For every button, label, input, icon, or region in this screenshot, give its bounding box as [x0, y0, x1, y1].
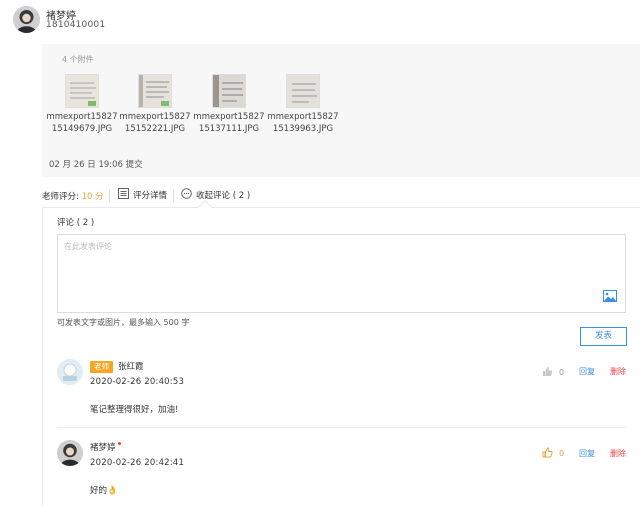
user-id: 1810410001: [46, 20, 106, 30]
avatar: [57, 440, 83, 466]
reply-button[interactable]: 回复: [579, 448, 595, 459]
attachment-thumbnail[interactable]: [212, 74, 246, 108]
teacher-tag: 老师: [90, 361, 113, 373]
insert-image-icon[interactable]: [603, 287, 617, 306]
comment-input[interactable]: 在此发表评论: [57, 234, 626, 313]
input-hint: 可发表文字或图片，最多输入 500 字: [57, 318, 190, 327]
online-dot: [118, 442, 121, 445]
like-count: 0: [559, 368, 565, 377]
comment-author: 褚梦婷: [90, 443, 116, 453]
avatar: [13, 6, 40, 33]
teacher-score: 老师评分: 10 分: [42, 192, 104, 202]
score-detail-button[interactable]: 评分详情: [118, 188, 167, 202]
like-count: 0: [559, 449, 565, 458]
comment-divider: [57, 427, 626, 428]
delete-button[interactable]: 删除: [610, 448, 626, 459]
publish-button[interactable]: 发表: [580, 327, 627, 346]
submit-time: 02 月 26 日 19:06 提交: [49, 160, 143, 170]
comments-heading: 评论 ( 2 ): [57, 218, 95, 228]
thumbs-up-icon: [542, 447, 553, 460]
delete-button[interactable]: 删除: [610, 366, 626, 377]
divider: [109, 190, 110, 202]
comment-time: 2020-02-26 20:40:53: [90, 377, 185, 387]
attachment-filename[interactable]: mmexport15827 15139963.JPG: [264, 111, 342, 135]
comment-icon: [181, 188, 192, 202]
list-icon: [118, 188, 129, 202]
like-button[interactable]: 0: [542, 366, 564, 379]
avatar: [57, 359, 83, 385]
attachment-filename[interactable]: mmexport15827 15149679.JPG: [43, 111, 121, 135]
reply-button[interactable]: 回复: [579, 366, 595, 377]
thumbs-up-icon: [542, 366, 553, 379]
like-button[interactable]: 0: [542, 447, 564, 460]
attachment-filename[interactable]: mmexport15827 15152221.JPG: [116, 111, 194, 135]
comment-author: 张红霞: [118, 362, 144, 372]
attachment-count: 4 个附件: [62, 55, 94, 64]
collapse-comments-button[interactable]: 收起评论 ( 2 ): [181, 188, 250, 202]
attachment-filename[interactable]: mmexport15827 15137111.JPG: [190, 111, 268, 135]
comment-text: 笔记整理得很好，加油!: [90, 405, 179, 415]
attachment-thumbnail[interactable]: [286, 74, 320, 108]
comment-placeholder: 在此发表评论: [64, 242, 112, 251]
divider: [173, 190, 174, 202]
attachment-thumbnail[interactable]: [138, 74, 172, 108]
score-value: 10 分: [81, 192, 104, 202]
comment-text: 好的👌: [90, 486, 118, 496]
attachment-thumbnail[interactable]: [65, 74, 99, 108]
comment-time: 2020-02-26 20:42:41: [90, 458, 185, 468]
